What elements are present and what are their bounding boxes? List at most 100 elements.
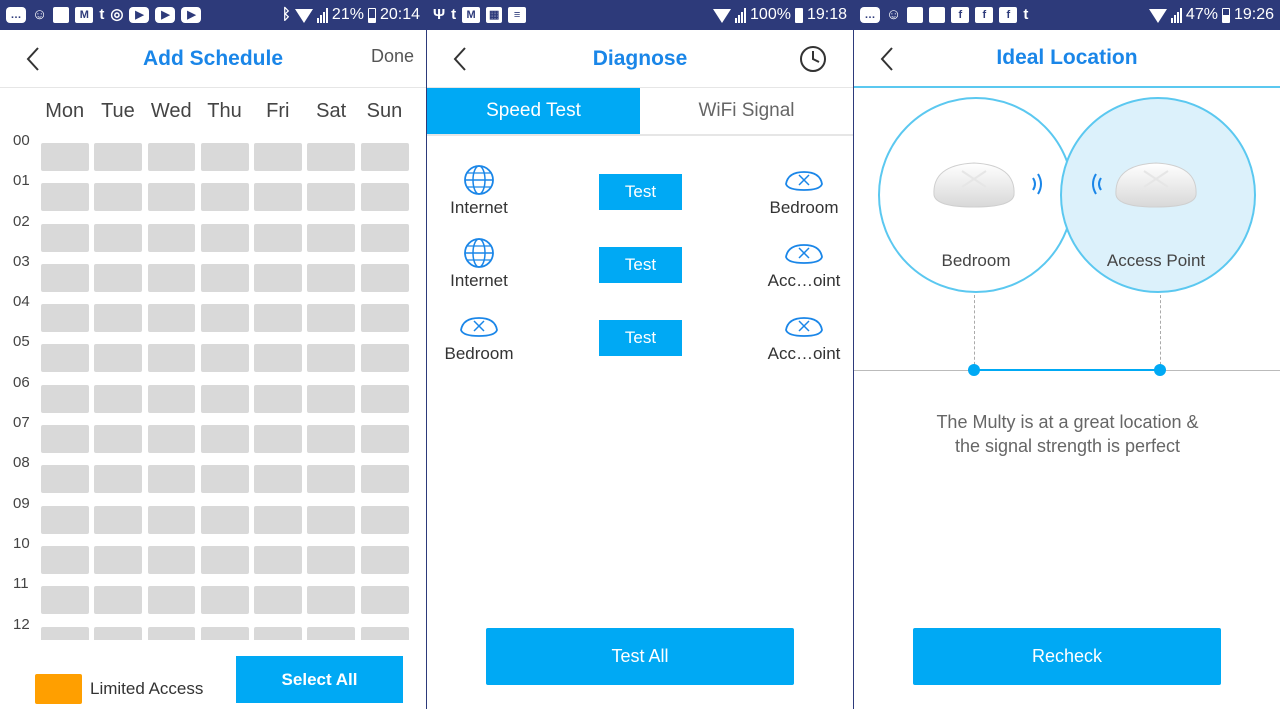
- schedule-cell[interactable]: [147, 304, 196, 333]
- schedule-cell[interactable]: [147, 143, 196, 171]
- schedule-cell[interactable]: [94, 263, 143, 292]
- schedule-cell[interactable]: [254, 223, 302, 252]
- schedule-cell[interactable]: [41, 223, 89, 252]
- schedule-cell[interactable]: [147, 626, 196, 640]
- schedule-cell[interactable]: [147, 344, 196, 373]
- schedule-cell[interactable]: [360, 344, 409, 373]
- schedule-cell[interactable]: [200, 183, 249, 212]
- schedule-cell[interactable]: [254, 465, 302, 494]
- schedule-cell[interactable]: [94, 344, 143, 373]
- schedule-cell[interactable]: [360, 263, 409, 292]
- schedule-cell[interactable]: [147, 425, 196, 454]
- schedule-cell[interactable]: [200, 304, 249, 333]
- schedule-cell[interactable]: [41, 545, 89, 574]
- schedule-cell[interactable]: [360, 586, 409, 615]
- schedule-cell[interactable]: [360, 384, 409, 413]
- schedule-cell[interactable]: [41, 344, 89, 373]
- schedule-cell[interactable]: [254, 143, 302, 171]
- schedule-cell[interactable]: [200, 545, 249, 574]
- schedule-cell[interactable]: [360, 505, 409, 534]
- schedule-cell[interactable]: [307, 586, 356, 615]
- schedule-cell[interactable]: [147, 263, 196, 292]
- schedule-cell[interactable]: [307, 384, 356, 413]
- schedule-cell[interactable]: [94, 586, 143, 615]
- schedule-cell[interactable]: [360, 183, 409, 212]
- schedule-cell[interactable]: [307, 505, 356, 534]
- schedule-cell[interactable]: [254, 505, 302, 534]
- schedule-cell[interactable]: [94, 183, 143, 212]
- schedule-cell[interactable]: [41, 263, 89, 292]
- schedule-cell[interactable]: [200, 586, 249, 615]
- tab-wifi-signal[interactable]: WiFi Signal: [640, 88, 853, 134]
- done-button[interactable]: Done: [371, 46, 414, 67]
- schedule-cell[interactable]: [307, 304, 356, 333]
- schedule-cell[interactable]: [254, 344, 302, 373]
- schedule-cell[interactable]: [94, 143, 143, 171]
- schedule-cell[interactable]: [147, 465, 196, 494]
- back-icon[interactable]: [20, 45, 48, 73]
- schedule-cell[interactable]: [254, 183, 302, 212]
- schedule-cell[interactable]: [254, 263, 302, 292]
- schedule-cell[interactable]: [200, 425, 249, 454]
- schedule-cell[interactable]: [94, 384, 143, 413]
- history-clock-icon[interactable]: [799, 45, 827, 73]
- test-all-button[interactable]: Test All: [486, 628, 794, 685]
- schedule-cell[interactable]: [41, 304, 89, 333]
- schedule-cell[interactable]: [254, 384, 302, 413]
- test-button[interactable]: Test: [599, 247, 682, 283]
- schedule-cell[interactable]: [200, 263, 249, 292]
- schedule-cell[interactable]: [94, 425, 143, 454]
- schedule-cell[interactable]: [360, 545, 409, 574]
- schedule-cell[interactable]: [200, 505, 249, 534]
- schedule-cell[interactable]: [254, 304, 302, 333]
- schedule-cell[interactable]: [360, 425, 409, 454]
- test-button[interactable]: Test: [599, 174, 682, 210]
- schedule-cell[interactable]: [147, 183, 196, 212]
- schedule-cell[interactable]: [200, 344, 249, 373]
- schedule-cell[interactable]: [307, 465, 356, 494]
- schedule-cell[interactable]: [360, 465, 409, 494]
- select-all-button[interactable]: Select All: [236, 656, 403, 703]
- schedule-cell[interactable]: [307, 626, 356, 640]
- schedule-cell[interactable]: [41, 183, 89, 212]
- schedule-cell[interactable]: [41, 425, 89, 454]
- schedule-cell[interactable]: [254, 425, 302, 454]
- schedule-cell[interactable]: [41, 143, 89, 171]
- schedule-cell[interactable]: [147, 505, 196, 534]
- schedule-cell[interactable]: [147, 223, 196, 252]
- schedule-cell[interactable]: [200, 465, 249, 494]
- schedule-cell[interactable]: [200, 143, 249, 171]
- schedule-cell[interactable]: [307, 545, 356, 574]
- schedule-cell[interactable]: [147, 384, 196, 413]
- schedule-cell[interactable]: [94, 223, 143, 252]
- schedule-cell[interactable]: [254, 545, 302, 574]
- schedule-cell[interactable]: [307, 263, 356, 292]
- schedule-cell[interactable]: [200, 626, 249, 640]
- tab-speed-test[interactable]: Speed Test: [427, 88, 640, 134]
- recheck-button[interactable]: Recheck: [913, 628, 1221, 685]
- schedule-cell[interactable]: [94, 505, 143, 534]
- back-icon[interactable]: [447, 45, 475, 73]
- schedule-cell[interactable]: [41, 465, 89, 494]
- schedule-cell[interactable]: [307, 223, 356, 252]
- back-icon[interactable]: [874, 45, 902, 73]
- schedule-cell[interactable]: [94, 626, 143, 640]
- schedule-cell[interactable]: [94, 304, 143, 333]
- schedule-cell[interactable]: [307, 425, 356, 454]
- schedule-cell[interactable]: [41, 505, 89, 534]
- schedule-cell[interactable]: [360, 143, 409, 171]
- schedule-cell[interactable]: [41, 626, 89, 640]
- schedule-cell[interactable]: [254, 586, 302, 615]
- schedule-cell[interactable]: [360, 223, 409, 252]
- schedule-cell[interactable]: [307, 143, 356, 171]
- schedule-cell[interactable]: [254, 626, 302, 640]
- schedule-cell[interactable]: [200, 384, 249, 413]
- schedule-cell[interactable]: [307, 183, 356, 212]
- schedule-cell[interactable]: [360, 626, 409, 640]
- schedule-cell[interactable]: [41, 586, 89, 615]
- schedule-cell[interactable]: [147, 586, 196, 615]
- schedule-cell[interactable]: [200, 223, 249, 252]
- schedule-cell[interactable]: [94, 465, 143, 494]
- schedule-cell[interactable]: [360, 304, 409, 333]
- schedule-cell[interactable]: [307, 344, 356, 373]
